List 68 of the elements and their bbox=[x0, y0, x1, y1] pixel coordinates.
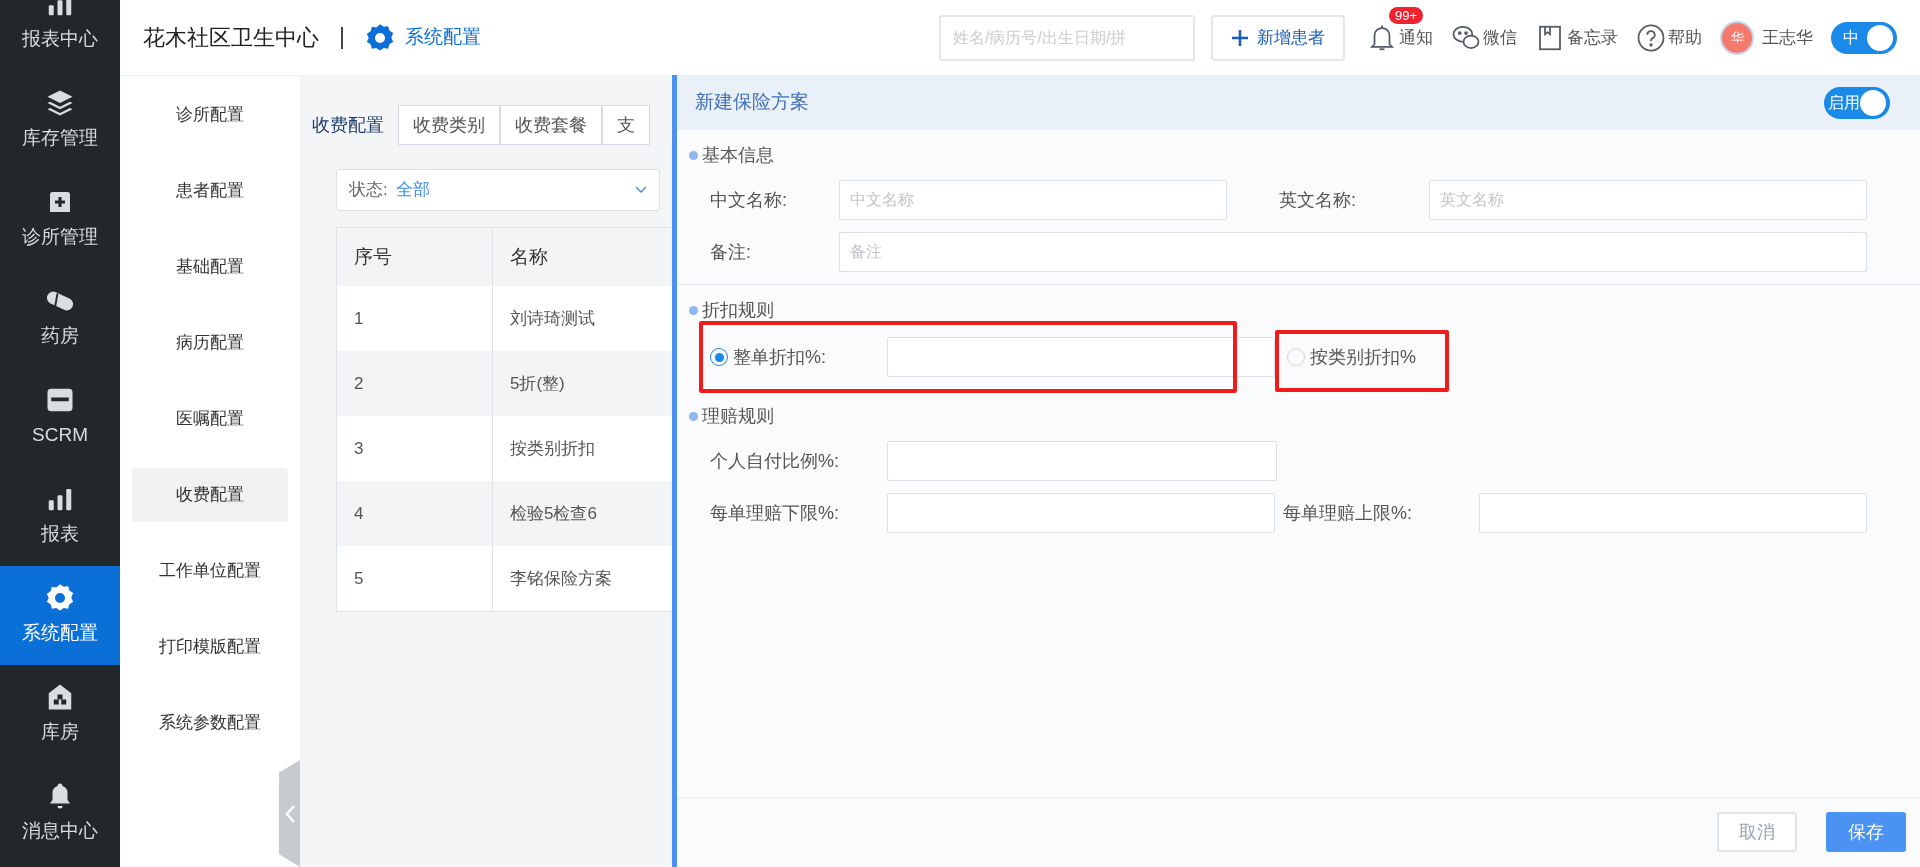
english-name-field[interactable]: 英文名称 bbox=[1429, 180, 1867, 220]
sidebar-item[interactable]: 报表 bbox=[0, 467, 120, 566]
sidebar-item[interactable]: 消息中心 bbox=[0, 764, 120, 863]
settings-menu-item[interactable]: 系统参数配置 bbox=[132, 696, 288, 750]
radio-label: 整单折扣%: bbox=[733, 345, 827, 369]
field-label: 每单理赔上限%: bbox=[1283, 501, 1413, 525]
tab[interactable]: 支 bbox=[602, 105, 650, 145]
table-cell-text: 按类别折扣 bbox=[509, 437, 596, 460]
help-icon bbox=[1636, 22, 1666, 53]
settings-menu-item[interactable]: 基础配置 bbox=[132, 240, 288, 294]
table-cell-text: 刘诗琦测试 bbox=[509, 307, 596, 330]
settings-menu-item[interactable]: 工作单位配置 bbox=[132, 544, 288, 598]
plus-icon bbox=[1231, 28, 1249, 47]
field-label: 英文名称: bbox=[1279, 188, 1357, 212]
field-label: 中文名称: bbox=[709, 188, 788, 212]
field-label: 每单理赔下限%: bbox=[709, 501, 840, 525]
tab[interactable]: 收费类别 bbox=[398, 105, 500, 145]
enabled-toggle[interactable]: 启用 bbox=[1824, 86, 1890, 119]
table-cell-text: 检验5检查6 bbox=[509, 502, 598, 525]
chevron-down-icon bbox=[635, 186, 647, 194]
gear-icon bbox=[365, 22, 395, 53]
notification-badge: 99+ bbox=[1389, 6, 1424, 24]
status-filter[interactable]: 状态: 全部 bbox=[336, 169, 660, 211]
field-label: 个人自付比例%: bbox=[709, 449, 840, 473]
chinese-name-field[interactable]: 中文名称 bbox=[839, 180, 1227, 220]
note-field[interactable]: 备注 bbox=[839, 232, 1867, 272]
settings-menu-item[interactable]: 诊所配置 bbox=[132, 88, 288, 142]
tab[interactable]: 收费套餐 bbox=[500, 105, 602, 145]
sidebar-item[interactable]: 药房 bbox=[0, 269, 120, 368]
toolbar-button[interactable]: 通知 bbox=[1367, 22, 1433, 53]
clinic-title: 花木社区卫生中心 bbox=[143, 24, 319, 52]
sidebar-item[interactable]: 诊所管理 bbox=[0, 170, 120, 269]
sidebar-item[interactable]: 报表中心 bbox=[0, 0, 120, 71]
toolbar-button[interactable]: 微信 bbox=[1451, 22, 1517, 53]
toolbar-button[interactable]: 帮助 bbox=[1636, 22, 1702, 53]
sidebar-item[interactable]: SCRM bbox=[0, 368, 120, 467]
language-toggle[interactable]: 中 bbox=[1831, 21, 1897, 54]
table-cell: 5 bbox=[337, 546, 493, 611]
section-heading: 基本信息 bbox=[702, 143, 774, 167]
sidebar-item[interactable]: 库存管理 bbox=[0, 71, 120, 170]
table-cell-text: 李铭保险方案 bbox=[509, 567, 613, 590]
new-patient-button[interactable]: 新增患者 bbox=[1211, 14, 1345, 61]
sidebar-item[interactable]: 系统配置 bbox=[0, 566, 120, 665]
settings-menu-item[interactable]: 患者配置 bbox=[132, 164, 288, 218]
tab[interactable]: 收费配置 bbox=[312, 105, 398, 145]
collapse-handle[interactable] bbox=[279, 760, 300, 867]
section-heading: 折扣规则 bbox=[702, 298, 774, 322]
field-label: 备注: bbox=[709, 240, 752, 264]
filter-label: 状态: bbox=[349, 179, 388, 202]
settings-menu-item[interactable]: 医嘱配置 bbox=[132, 392, 288, 446]
table-cell-text: 5折(整) bbox=[509, 372, 566, 395]
section-title: 系统配置 bbox=[405, 25, 481, 50]
section-heading: 理赔规则 bbox=[702, 404, 774, 428]
drawer-title: 新建保险方案 bbox=[695, 90, 809, 115]
column-header: 名称 bbox=[509, 244, 549, 269]
settings-menu-item[interactable]: 病历配置 bbox=[132, 316, 288, 370]
settings-menu-item[interactable]: 打印模版配置 bbox=[132, 620, 288, 674]
radio-label: 按类别折扣% bbox=[1310, 345, 1416, 369]
claim-min-field[interactable] bbox=[887, 493, 1275, 533]
self-pay-field[interactable] bbox=[887, 441, 1277, 481]
chevron-left-icon bbox=[283, 803, 296, 824]
claim-max-field[interactable] bbox=[1479, 493, 1867, 533]
user-name: 王志华 bbox=[1762, 26, 1813, 49]
filter-value: 全部 bbox=[395, 179, 430, 202]
settings-menu-item[interactable]: 收费配置 bbox=[132, 468, 288, 522]
discount-field[interactable] bbox=[887, 337, 1275, 377]
toolbar-button[interactable]: 备忘录 bbox=[1535, 22, 1618, 53]
sidebar-item[interactable]: 库房 bbox=[0, 665, 120, 764]
